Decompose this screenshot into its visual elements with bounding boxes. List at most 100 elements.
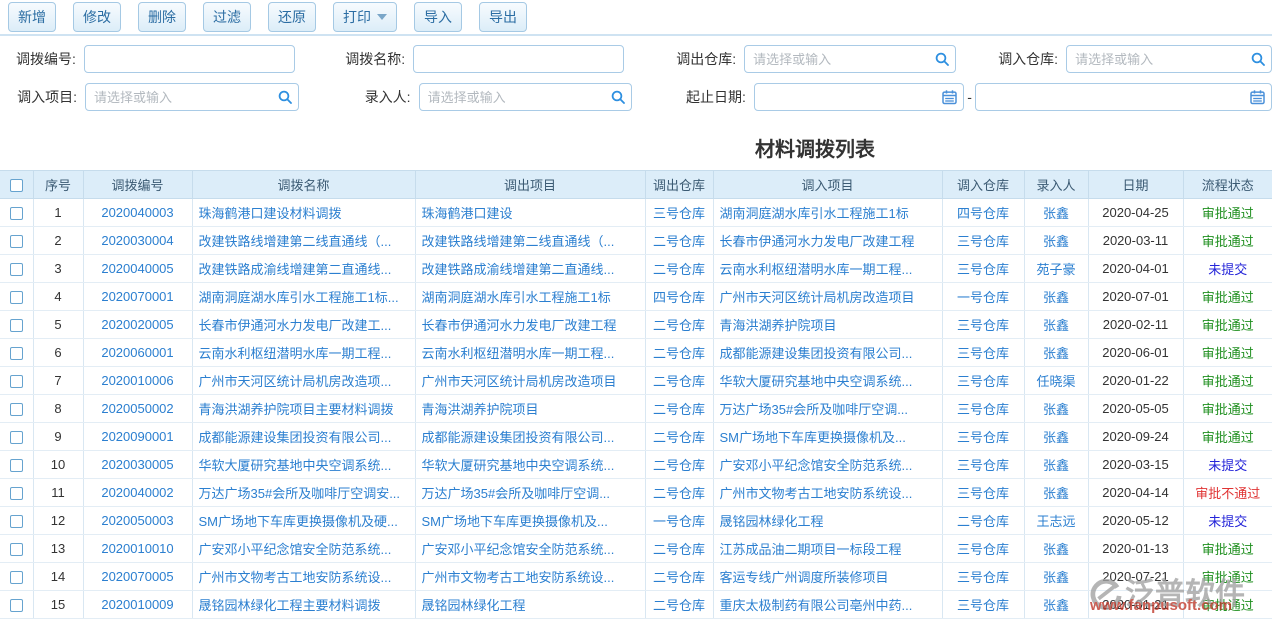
col-header-check [0,171,33,199]
row-checkbox[interactable] [10,235,23,248]
cell-status: 审批通过 [1183,311,1272,339]
table-row: 12020040003珠海鹤港口建设材料调拨珠海鹤港口建设三号仓库湖南洞庭湖水库… [0,199,1272,227]
row-checkbox[interactable] [10,319,23,332]
cell-code[interactable]: 2020040005 [83,255,192,283]
transfer-no-input[interactable] [84,45,295,73]
cell-in_project: 湖南洞庭湖水库引水工程施工1标 [713,199,942,227]
search-icon[interactable] [611,90,625,104]
transfer-no-field [84,45,295,73]
cell-code[interactable]: 2020090001 [83,423,192,451]
search-icon[interactable] [935,52,949,66]
row-checkbox[interactable] [10,459,23,472]
cell-status: 审批通过 [1183,339,1272,367]
row-checkbox[interactable] [10,207,23,220]
cell-out_warehouse: 二号仓库 [645,227,713,255]
cell-out_project: 长春市伊通河水力发电厂改建工程 [415,311,645,339]
cell-out_project: 改建铁路线增建第二线直通线（... [415,227,645,255]
cell-out_project: 广安邓小平纪念馆安全防范系统... [415,535,645,563]
out-warehouse-field [744,45,956,73]
cell-name: 万达广场35#会所及咖啡厅空调安... [192,479,415,507]
cell-out_project: 改建铁路成渝线增建第二直通线... [415,255,645,283]
cell-status: 审批通过 [1183,423,1272,451]
add-button[interactable]: 新增 [8,2,56,32]
cell-out_project: 珠海鹤港口建设 [415,199,645,227]
cell-code[interactable]: 2020010006 [83,367,192,395]
cell-out_warehouse: 二号仓库 [645,479,713,507]
row-checkbox[interactable] [10,431,23,444]
cell-code[interactable]: 2020010010 [83,535,192,563]
cell-out_warehouse: 二号仓库 [645,423,713,451]
filter-panel: 调拨编号: 调拨名称: 调出仓库: 调入仓库: 调入项目: [0,36,1272,125]
cell-seq: 15 [33,591,83,619]
cell-date: 2020-07-21 [1088,563,1183,591]
delete-button[interactable]: 删除 [138,2,186,32]
row-checkbox[interactable] [10,263,23,276]
filter-button[interactable]: 过滤 [203,2,251,32]
date-start-input[interactable] [754,83,964,111]
transfer-name-input[interactable] [413,45,624,73]
table-row: 72020010006广州市天河区统计局机房改造项...广州市天河区统计局机房改… [0,367,1272,395]
cell-code[interactable]: 2020040002 [83,479,192,507]
search-icon[interactable] [278,90,292,104]
date-end-input[interactable] [975,83,1272,111]
cell-name: 广安邓小平纪念馆安全防范系统... [192,535,415,563]
cell-code[interactable]: 2020020005 [83,311,192,339]
cell-in_project: 客运专线广州调度所装修项目 [713,563,942,591]
cell-in_warehouse: 三号仓库 [942,451,1024,479]
row-checkbox[interactable] [10,291,23,304]
cell-code[interactable]: 2020040003 [83,199,192,227]
out-warehouse-input[interactable] [744,45,956,73]
search-icon[interactable] [1251,52,1265,66]
table-header-row: 序号调拨编号调拨名称调出项目调出仓库调入项目调入仓库录入人日期流程状态 [0,171,1272,199]
cell-name: 广州市文物考古工地安防系统设... [192,563,415,591]
col-header-out_warehouse: 调出仓库 [645,171,713,199]
import-button[interactable]: 导入 [414,2,462,32]
recorder-input[interactable] [419,83,633,111]
cell-recorder: 张鑫 [1024,339,1088,367]
export-button[interactable]: 导出 [479,2,527,32]
row-checkbox[interactable] [10,543,23,556]
toolbar: 新增修改删除过滤还原打印 导入 导出 [0,0,1272,36]
cell-code[interactable]: 2020050003 [83,507,192,535]
cell-name: 改建铁路线增建第二线直通线（... [192,227,415,255]
cell-seq: 8 [33,395,83,423]
row-checkbox[interactable] [10,599,23,612]
cell-code[interactable]: 2020070005 [83,563,192,591]
calendar-icon[interactable] [942,90,957,105]
cell-check [0,507,33,535]
cell-out_project: 广州市天河区统计局机房改造项目 [415,367,645,395]
row-checkbox[interactable] [10,403,23,416]
row-checkbox[interactable] [10,487,23,500]
out-warehouse-label: 调出仓库: [649,49,744,69]
cell-out_project: 广州市文物考古工地安防系统设... [415,563,645,591]
cell-code[interactable]: 2020070001 [83,283,192,311]
in-warehouse-input[interactable] [1066,45,1272,73]
cell-recorder: 张鑫 [1024,563,1088,591]
cell-name: 长春市伊通河水力发电厂改建工... [192,311,415,339]
cell-code[interactable]: 2020030005 [83,451,192,479]
modify-button[interactable]: 修改 [73,2,121,32]
cell-in_project: 江苏成品油二期项目一标段工程 [713,535,942,563]
cell-code[interactable]: 2020060001 [83,339,192,367]
row-checkbox[interactable] [10,375,23,388]
cell-code[interactable]: 2020030004 [83,227,192,255]
restore-button[interactable]: 还原 [268,2,316,32]
date-start-field [754,83,964,111]
cell-name: SM广场地下车库更换摄像机及硬... [192,507,415,535]
print-button[interactable]: 打印 [333,2,397,32]
cell-code[interactable]: 2020050002 [83,395,192,423]
cell-code[interactable]: 2020010009 [83,591,192,619]
cell-in_project: SM广场地下车库更换摄像机及... [713,423,942,451]
calendar-icon[interactable] [1250,90,1265,105]
cell-status: 审批不通过 [1183,479,1272,507]
row-checkbox[interactable] [10,515,23,528]
cell-date: 2020-07-01 [1088,283,1183,311]
row-checkbox[interactable] [10,347,23,360]
select-all-checkbox[interactable] [10,179,23,192]
transfer-name-label: 调拨名称: [323,49,414,69]
row-checkbox[interactable] [10,571,23,584]
import-button-label: 导入 [424,7,452,27]
in-project-input[interactable] [85,83,299,111]
col-header-seq: 序号 [33,171,83,199]
cell-out_project: SM广场地下车库更换摄像机及... [415,507,645,535]
